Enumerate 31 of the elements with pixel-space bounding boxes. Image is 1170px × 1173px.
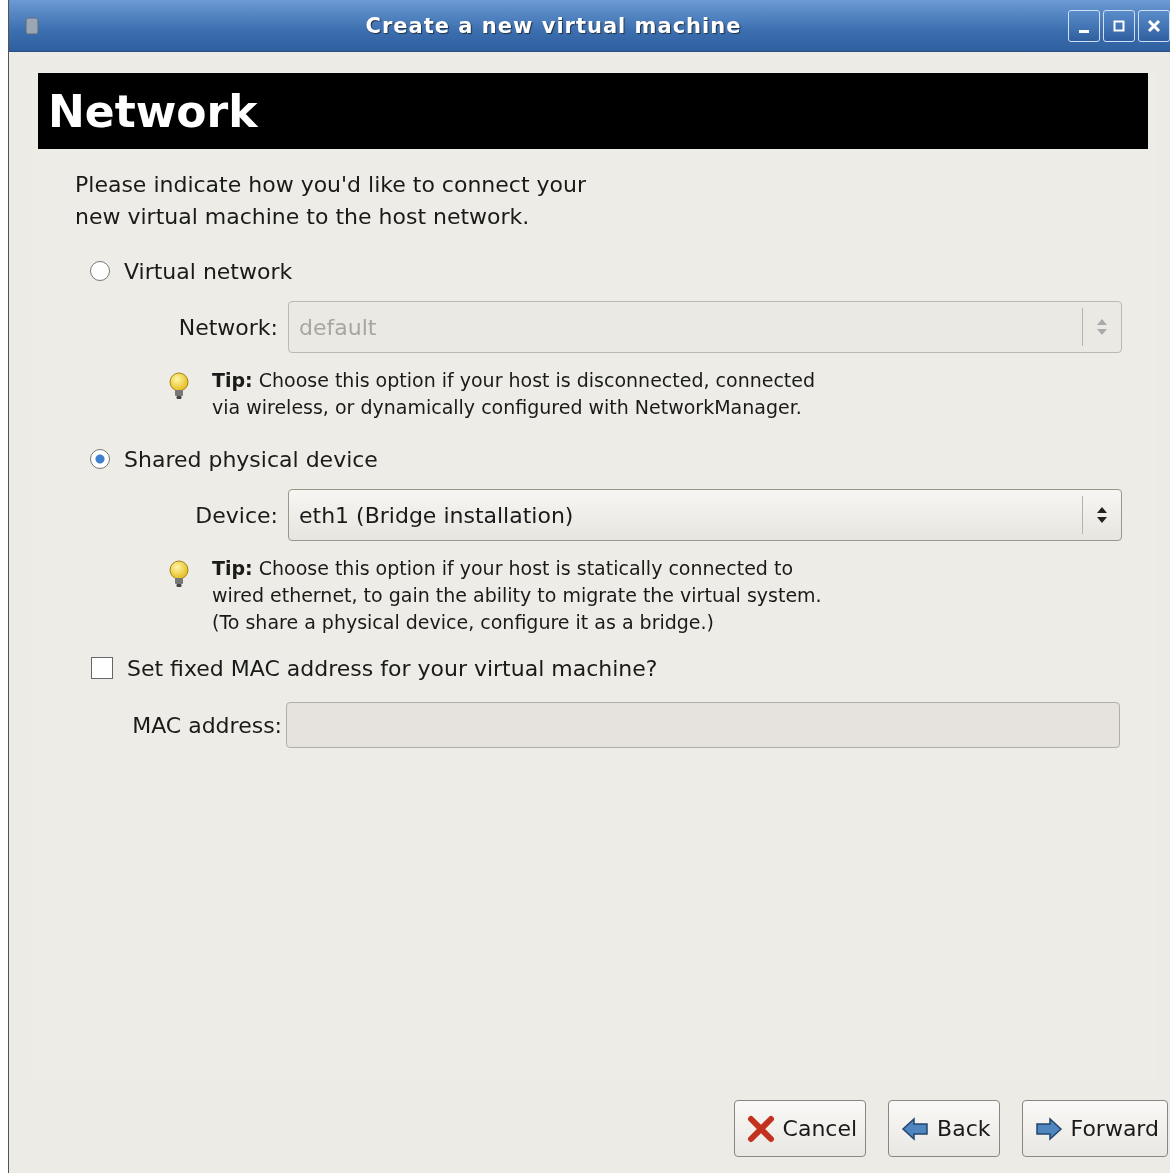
field-label: Network: — [177, 314, 279, 340]
page-title: Network — [48, 85, 258, 137]
cross-icon — [746, 1114, 775, 1143]
spinner-arrows-icon — [1096, 317, 1108, 337]
radio-button[interactable] — [90, 449, 110, 469]
back-button[interactable]: Back — [888, 1100, 1000, 1157]
lightbulb-icon — [168, 371, 190, 401]
field-label: Device: — [194, 502, 279, 528]
right-arrow-icon — [1034, 1116, 1063, 1141]
radio-label: Shared physical device — [124, 446, 378, 472]
minimize-icon — [1079, 30, 1089, 33]
left-arrow-icon — [901, 1116, 930, 1141]
minimize-button[interactable] — [1068, 9, 1100, 42]
spinner-arrows-icon — [1096, 505, 1108, 525]
close-icon — [1146, 17, 1162, 34]
tip-text: Tip: Choose this option if your host is disconnected, connected via wireless, or dynamically configured with NetworkManager. — [212, 368, 816, 420]
checkbox-label: Set fixed MAC address for your virtual machine? — [127, 655, 658, 681]
field-label: MAC address: — [131, 712, 283, 738]
forward-button[interactable]: Forward — [1021, 1100, 1168, 1157]
cancel-button[interactable]: Cancel — [733, 1100, 867, 1157]
intro-text: Please indicate how you'd like to connect your new virtual machine to the host network. — [75, 171, 588, 231]
maximize-button[interactable] — [1103, 9, 1135, 42]
mac-checkbox[interactable] — [91, 657, 113, 679]
close-button[interactable] — [1138, 9, 1170, 42]
radio-button[interactable] — [90, 261, 110, 281]
app-icon — [25, 15, 39, 36]
window-title: Create a new virtual machine — [364, 13, 743, 38]
dropdown[interactable]: eth1 (Bridge installation) — [288, 489, 1122, 541]
radio-label: Virtual network — [124, 258, 293, 284]
lightbulb-icon — [168, 559, 190, 589]
tip-text: Tip: Choose this option if your host is statically connected to wired ethernet, to gain the ability to migrate the virtual system. (To share a physical device, configure it as a bridge.) — [212, 556, 822, 635]
